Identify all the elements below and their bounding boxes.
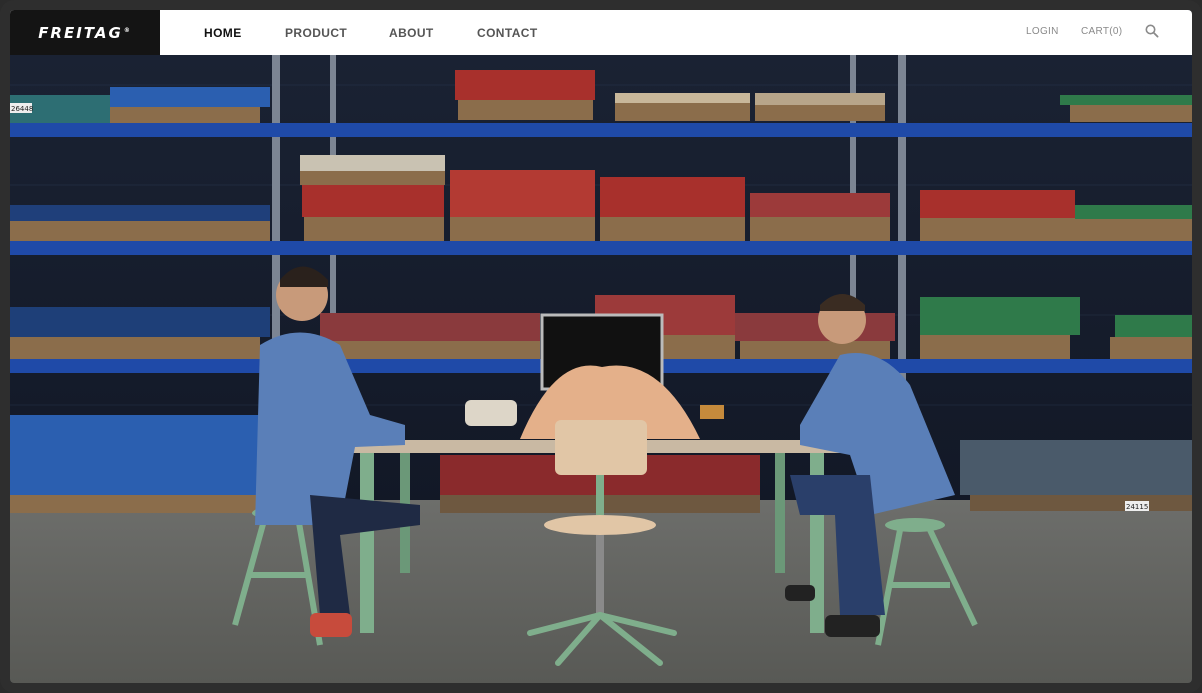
freitag-logo[interactable]: FREITAG®	[10, 10, 160, 55]
shelf-tag-right: 24115	[1126, 503, 1148, 511]
trademark-mark: ®	[123, 26, 132, 34]
browser-viewport: FREITAG® HOME PRODUCT ABOUT CONTACT LOGI…	[10, 10, 1192, 683]
hero-photo-warehouse: 26448 24115	[10, 55, 1192, 683]
cart-link[interactable]: CART(0)	[1081, 26, 1122, 37]
top-navigation-bar: FREITAG® HOME PRODUCT ABOUT CONTACT LOGI…	[10, 10, 1192, 55]
nav-item-product[interactable]: PRODUCT	[285, 26, 347, 40]
device-frame: FREITAG® HOME PRODUCT ABOUT CONTACT LOGI…	[0, 0, 1202, 693]
search-icon[interactable]	[1145, 24, 1161, 40]
shelf-tag-left: 26448	[11, 105, 33, 113]
nav-item-contact[interactable]: CONTACT	[477, 26, 538, 40]
login-link[interactable]: LOGIN	[1026, 26, 1059, 37]
nav-item-home[interactable]: HOME	[204, 26, 242, 40]
brand-name: FREITAG	[38, 23, 123, 42]
nav-item-about[interactable]: ABOUT	[389, 26, 434, 40]
warehouse-scene: 26448 24115	[10, 55, 1192, 683]
